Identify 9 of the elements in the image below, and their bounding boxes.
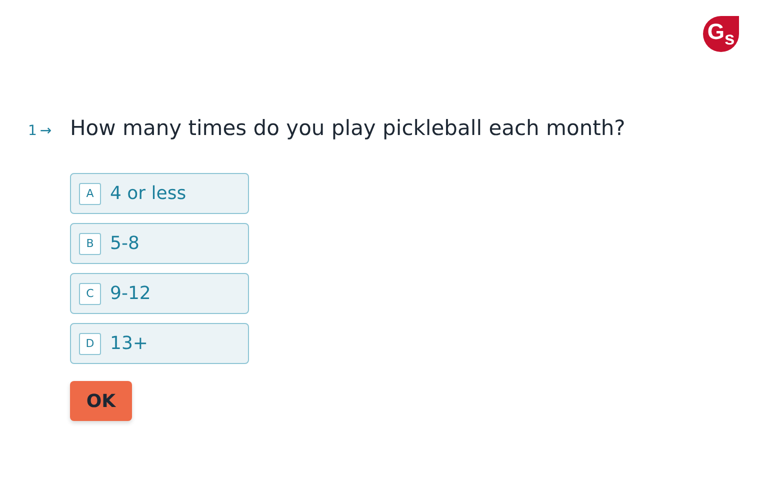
ok-button[interactable]: OK — [70, 381, 132, 421]
logo: G$_{s}$ — [703, 16, 739, 52]
answer-option[interactable]: B 5-8 — [70, 223, 249, 264]
arrow-icon: → — [40, 123, 52, 139]
answer-option[interactable]: D 13+ — [70, 323, 249, 364]
answer-option[interactable]: C 9-12 — [70, 273, 249, 314]
question-number: 1 — [28, 123, 37, 139]
question-text: How many times do you play pickleball each month? — [70, 116, 626, 140]
answer-option[interactable]: A 4 or less — [70, 173, 249, 214]
